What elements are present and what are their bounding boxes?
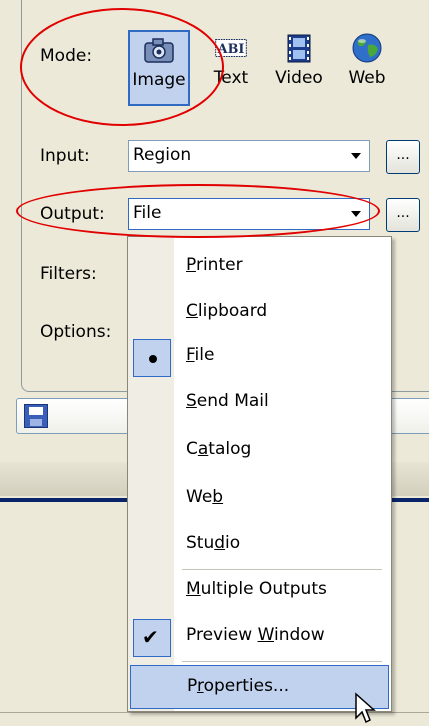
- menu-item-label: Multiple Outputs: [186, 579, 327, 599]
- mode-video-label: Video: [275, 68, 323, 88]
- menu-item-label: Studio: [186, 533, 241, 553]
- input-value: Region: [133, 145, 192, 165]
- menu-separator: [182, 661, 382, 662]
- filters-label: Filters:: [40, 264, 97, 284]
- input-label: Input:: [40, 146, 90, 166]
- menu-item-label: Preview Window: [186, 625, 325, 645]
- menu-item-label: File: [186, 345, 215, 365]
- output-menu: Printer Clipboard File Send Mail Catalog…: [127, 236, 392, 712]
- input-browse-button[interactable]: ...: [386, 140, 420, 174]
- mode-web-button[interactable]: Web: [336, 30, 398, 106]
- menu-item-printer[interactable]: Printer: [128, 245, 391, 291]
- menu-item-label: Send Mail: [186, 391, 269, 411]
- menu-item-preview-window[interactable]: ✔ Preview Window: [128, 615, 391, 661]
- menu-item-properties[interactable]: Properties...: [130, 665, 389, 709]
- mode-web-label: Web: [348, 68, 386, 88]
- menu-item-label: Catalog: [186, 439, 252, 459]
- menu-item-label: Printer: [186, 255, 243, 275]
- menu-item-state: ✔: [133, 619, 171, 657]
- input-dropdown[interactable]: Region: [128, 140, 370, 172]
- menu-item-label: Properties...: [187, 676, 290, 696]
- menu-item-clipboard[interactable]: Clipboard: [128, 291, 391, 337]
- bullet-icon: [149, 355, 157, 363]
- output-browse-button[interactable]: ...: [386, 198, 420, 232]
- annotation-ellipse-mode: [20, 8, 224, 126]
- film-icon: [287, 34, 311, 63]
- menu-item-label: Clipboard: [186, 301, 268, 321]
- chevron-down-icon: [351, 153, 361, 159]
- globe-icon: [352, 33, 382, 63]
- checkmark-icon: ✔: [142, 625, 159, 649]
- menu-item-send-mail[interactable]: Send Mail: [128, 381, 391, 427]
- menu-item-web[interactable]: Web: [128, 477, 391, 523]
- annotation-ellipse-output: [16, 184, 380, 238]
- mode-video-button[interactable]: Video: [268, 30, 330, 106]
- save-icon[interactable]: [24, 404, 48, 428]
- menu-item-state: [133, 339, 171, 377]
- options-label: Options:: [40, 322, 112, 342]
- menu-item-label: Web: [186, 487, 224, 507]
- menu-item-studio[interactable]: Studio: [128, 523, 391, 569]
- menu-item-catalog[interactable]: Catalog: [128, 429, 391, 475]
- menu-item-multiple-outputs[interactable]: Multiple Outputs: [128, 569, 391, 615]
- mouse-pointer-icon: [355, 692, 376, 724]
- menu-item-file[interactable]: File: [128, 335, 391, 381]
